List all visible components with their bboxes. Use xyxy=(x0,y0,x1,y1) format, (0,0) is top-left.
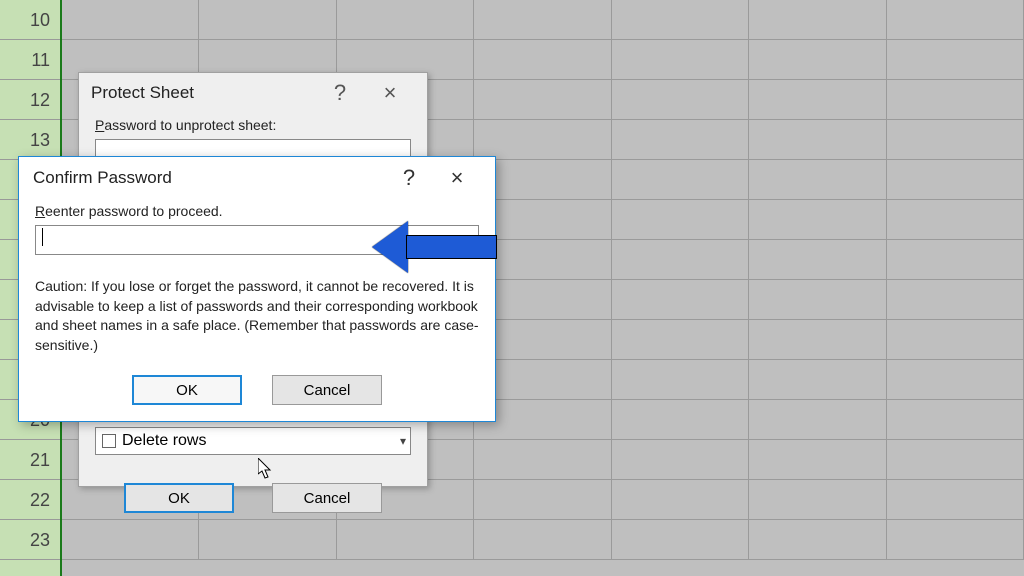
permission-item-label: Delete rows xyxy=(122,432,206,450)
dialog-titlebar[interactable]: Protect Sheet ? × xyxy=(79,73,427,113)
permission-list[interactable]: Delete rows ▾ xyxy=(95,427,411,455)
confirm-password-dialog: Confirm Password ? × Reenter password to… xyxy=(18,156,496,422)
checkbox-icon[interactable] xyxy=(102,434,116,448)
dialog-titlebar[interactable]: Confirm Password ? × xyxy=(19,157,495,199)
dialog-title: Confirm Password xyxy=(33,168,385,188)
row-header[interactable]: 12 xyxy=(0,80,60,120)
reenter-password-input[interactable] xyxy=(35,225,479,255)
row-header[interactable]: 13 xyxy=(0,120,60,160)
row-header[interactable]: 22 xyxy=(0,480,60,520)
reenter-password-label: Reenter password to proceed. xyxy=(35,203,479,219)
help-icon[interactable]: ? xyxy=(315,80,365,106)
caution-text: Caution: If you lose or forget the passw… xyxy=(35,277,479,355)
dialog-title: Protect Sheet xyxy=(91,83,315,103)
ok-button[interactable]: OK xyxy=(124,483,234,513)
password-label: Password to unprotect sheet: xyxy=(95,117,411,133)
help-icon[interactable]: ? xyxy=(385,165,433,191)
cancel-button[interactable]: Cancel xyxy=(272,375,382,405)
ok-button[interactable]: OK xyxy=(132,375,242,405)
row-header[interactable]: 21 xyxy=(0,440,60,480)
chevron-down-icon[interactable]: ▾ xyxy=(400,434,406,448)
close-icon[interactable]: × xyxy=(365,80,415,106)
row-header[interactable]: 23 xyxy=(0,520,60,560)
cancel-button[interactable]: Cancel xyxy=(272,483,382,513)
close-icon[interactable]: × xyxy=(433,165,481,191)
row-header[interactable]: 10 xyxy=(0,0,60,40)
row-header[interactable]: 11 xyxy=(0,40,60,80)
